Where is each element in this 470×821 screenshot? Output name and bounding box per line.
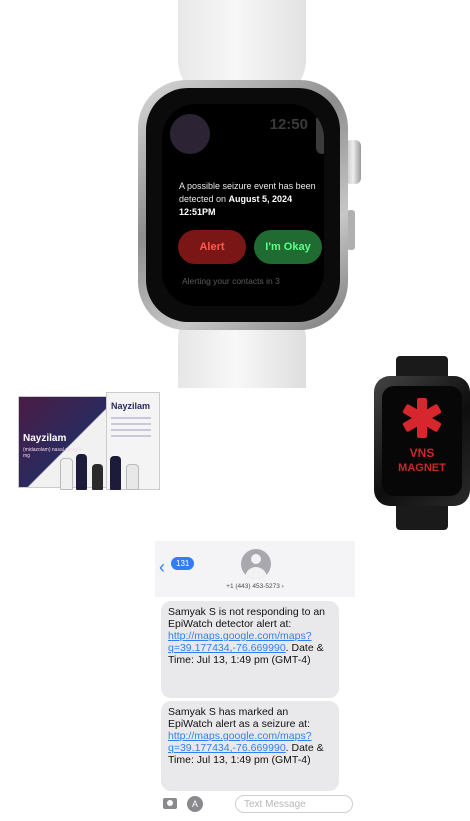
message-input-bar: A Text Message [155,793,355,819]
apple-watch-image: 12:50 A possible seizure event has been … [0,0,470,390]
message-bubble: Samyak S has marked an EpiWatch alert as… [161,701,339,791]
seizure-alert-message: A possible seizure event has been detect… [179,181,316,217]
vns-magnet-image: VNS MAGNET [374,356,470,530]
message-bubble: Samyak S is not responding to an EpiWatc… [161,601,339,698]
alerting-contacts-text: Alerting your contacts in 3 [182,276,280,286]
messages-screenshot: ‹ 131 +1 (443) 453-5273 › Samyak S is no… [155,541,355,819]
medication-name: Nayzilam [23,433,67,444]
watch-screen: 12:50 A possible seizure event has been … [162,104,324,306]
medication-name-back: Nayzilam [111,401,151,411]
message-header: ‹ 131 +1 (443) 453-5273 › [155,541,355,597]
im-okay-button[interactable]: I'm Okay [254,230,322,264]
app-icon-right [316,114,324,154]
back-chevron-icon[interactable]: ‹ [159,557,165,578]
unread-count-badge[interactable]: 131 [171,557,195,570]
alert-button[interactable]: Alert [178,230,246,264]
magnet-label-magnet: MAGNET [398,462,446,474]
nayzilam-medication-image: Nayzilam (midazolam) nasal spray 5 mg Na… [18,392,160,492]
app-icon-left [170,114,210,154]
message-text-field[interactable]: Text Message [235,795,353,813]
watch-time: 12:50 [269,116,308,133]
app-store-icon[interactable]: A [187,796,203,812]
watch-case: 12:50 A possible seizure event has been … [138,80,348,330]
side-button [347,210,355,250]
contact-avatar[interactable] [241,549,271,579]
contact-phone-number[interactable]: +1 (443) 453-5273 › [155,583,355,590]
magnet-body: VNS MAGNET [374,376,470,506]
camera-icon[interactable] [163,798,177,809]
medical-star-icon [402,398,442,438]
nasal-spray-devices [58,450,139,490]
magnet-label-vns: VNS [409,446,435,460]
